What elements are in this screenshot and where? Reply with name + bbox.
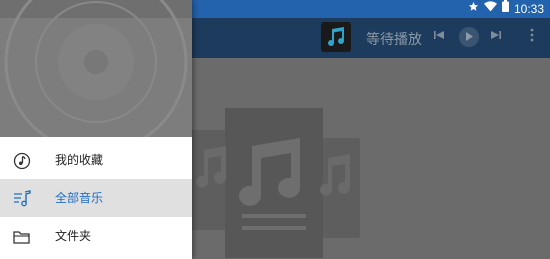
play-icon xyxy=(466,32,473,41)
album-art-thumbnail[interactable] xyxy=(321,22,351,52)
battery-icon xyxy=(501,0,509,18)
status-icons: 10:33 xyxy=(468,0,544,18)
drawer-header xyxy=(0,0,192,137)
more-vert-icon[interactable] xyxy=(530,28,534,47)
navigation-drawer: 我的收藏 全部音乐 文件夹 xyxy=(0,0,192,259)
folder-icon xyxy=(13,231,30,244)
status-time: 10:33 xyxy=(513,2,544,16)
wifi-icon xyxy=(483,0,497,18)
drawer-item-favorites[interactable]: 我的收藏 xyxy=(0,141,192,179)
vinyl-disc-decoration xyxy=(4,0,188,137)
drawer-item-label: 我的收藏 xyxy=(55,153,104,167)
play-button[interactable] xyxy=(459,27,479,47)
previous-icon[interactable] xyxy=(434,28,444,46)
now-playing-title: 等待播放 xyxy=(366,32,422,48)
music-placeholder-art xyxy=(190,108,360,258)
drawer-item-label: 文件夹 xyxy=(55,229,92,243)
drawer-item-folders[interactable]: 文件夹 xyxy=(0,217,192,255)
drawer-item-all-music[interactable]: 全部音乐 xyxy=(0,179,192,217)
drawer-menu: 我的收藏 全部音乐 文件夹 xyxy=(0,141,192,255)
next-icon[interactable] xyxy=(491,28,501,46)
star-icon xyxy=(468,0,479,18)
music-note-icon xyxy=(328,27,345,47)
favorite-music-note-icon xyxy=(13,152,31,170)
drawer-item-label: 全部音乐 xyxy=(55,191,104,205)
all-music-list-icon xyxy=(14,190,31,207)
